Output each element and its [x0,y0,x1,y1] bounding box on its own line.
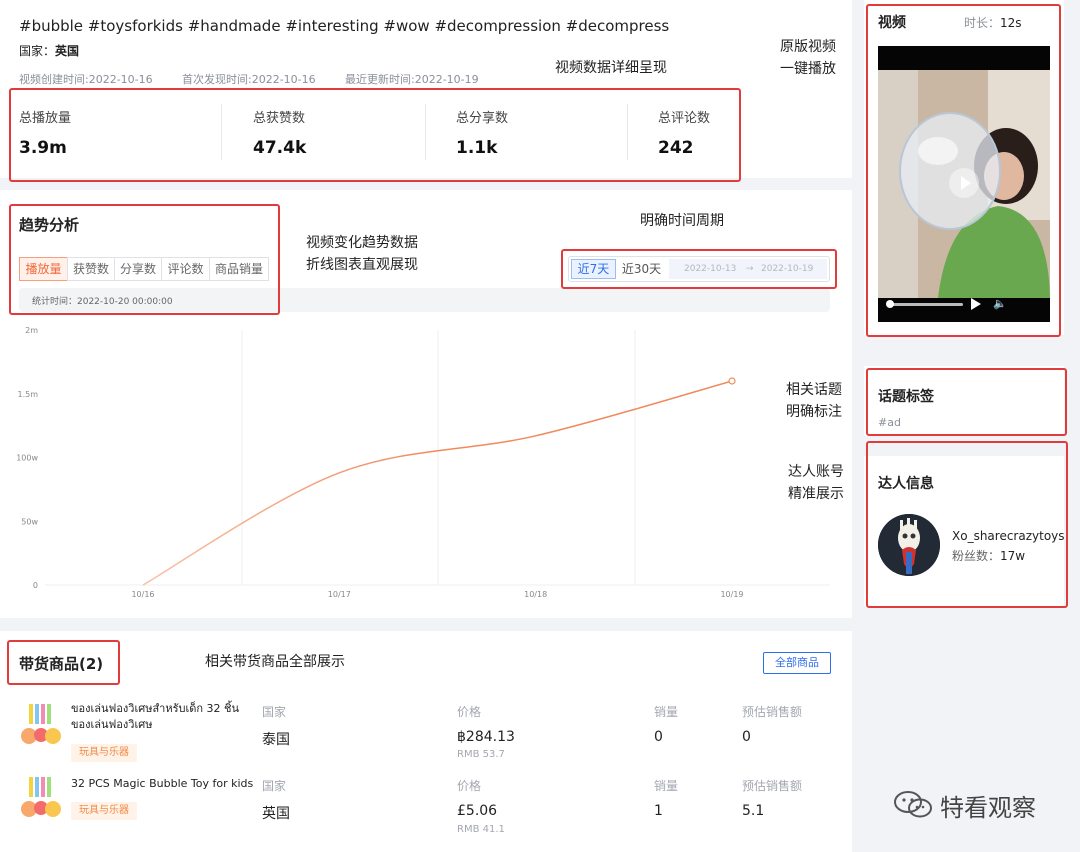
y-tick-label: 50w [21,517,38,526]
annotation-creator-1: 达人账号 [788,464,844,480]
highlight-metrics [9,88,741,182]
product-price: ฿284.13 [457,729,515,745]
all-products-button[interactable]: 全部商品 [763,652,831,674]
annotation-creator-2: 精准展示 [788,486,844,502]
product-price-rmb: RMB 41.1 [457,824,505,835]
annotation-play-1: 原版视频 [780,39,836,55]
col-sales: 销量 [654,705,679,719]
col-price: 价格 [457,705,482,719]
annotation-period: 明确时间周期 [640,213,724,229]
product-category-tag: 玩具与乐器 [71,744,137,762]
highlight-creator [866,441,1068,608]
created-time: 视频创建时间:2022-10-16 [19,73,153,86]
product-sales: 0 [654,729,663,745]
country-value: 英国 [55,44,80,58]
col-revenue: 预估销售额 [742,779,803,793]
bubble-toy-image [21,704,61,744]
product-thumbnail [19,702,64,747]
x-tick-label: 10/17 [328,590,351,599]
data-point [728,377,736,385]
annotation-topic-1: 相关话题 [786,382,842,398]
product-category-tag: 玩具与乐器 [71,802,137,820]
product-name[interactable]: ของเล่นฟองวิเศษสำหรับเด็ก 32 ชิ้น ของเล่… [71,701,241,733]
product-price-rmb: RMB 53.7 [457,749,505,760]
y-tick-label: 0 [33,581,38,590]
video-title: #bubble #toysforkids #handmade #interest… [19,17,670,35]
highlight-trend [9,204,280,315]
x-tick-label: 10/18 [524,590,547,599]
product-thumbnail [19,775,64,820]
wechat-icon [894,791,932,818]
annotation-play-2: 一键播放 [780,61,836,77]
col-country: 国家 [262,705,287,719]
x-tick-label: 10/16 [131,590,154,599]
product-revenue: 0 [742,729,751,745]
highlight-video [866,4,1061,337]
col-revenue: 预估销售额 [742,705,803,719]
annotation-topic-2: 明确标注 [786,404,842,420]
products-panel: 带货商品(2) 全部商品 ของเล่นฟองวิเศษสำหรับเด็ก 3… [0,631,852,852]
product-sales: 1 [654,803,663,819]
y-tick-label: 1.5m [17,390,38,399]
product-name[interactable]: 32 PCS Magic Bubble Toy for kids [71,776,253,792]
country-label: 国家： [19,44,56,58]
highlight-topic [866,368,1067,436]
trend-line-chart: 0 50w 100w 1.5m 2m 10/16 10/17 10/18 10/19 [16,326,830,599]
annotation-products: 相关带货商品全部展示 [205,654,345,670]
highlight-products [7,640,120,685]
product-price: £5.06 [457,803,498,819]
col-country: 国家 [262,779,287,793]
updated-time: 最近更新时间:2022-10-19 [345,73,479,86]
product-country: 英国 [262,806,290,822]
y-tick-label: 100w [16,454,38,463]
annotation-trend-1: 视频变化趋势数据 [306,235,418,251]
col-price: 价格 [457,779,482,793]
first-seen-time: 首次发现时间:2022-10-16 [182,73,316,86]
highlight-period [561,249,837,289]
y-tick-label: 2m [25,326,38,335]
watermark-text: 特看观察 [940,794,1036,822]
annotation-metrics: 视频数据详细呈现 [555,60,667,76]
col-sales: 销量 [654,779,679,793]
x-tick-label: 10/19 [720,590,743,599]
bubble-toy-image [21,777,61,817]
country-row: 国家：英国 [19,42,79,59]
annotation-trend-2: 折线图表直观展现 [306,257,418,273]
product-country: 泰国 [262,732,290,748]
product-revenue: 5.1 [742,803,765,819]
